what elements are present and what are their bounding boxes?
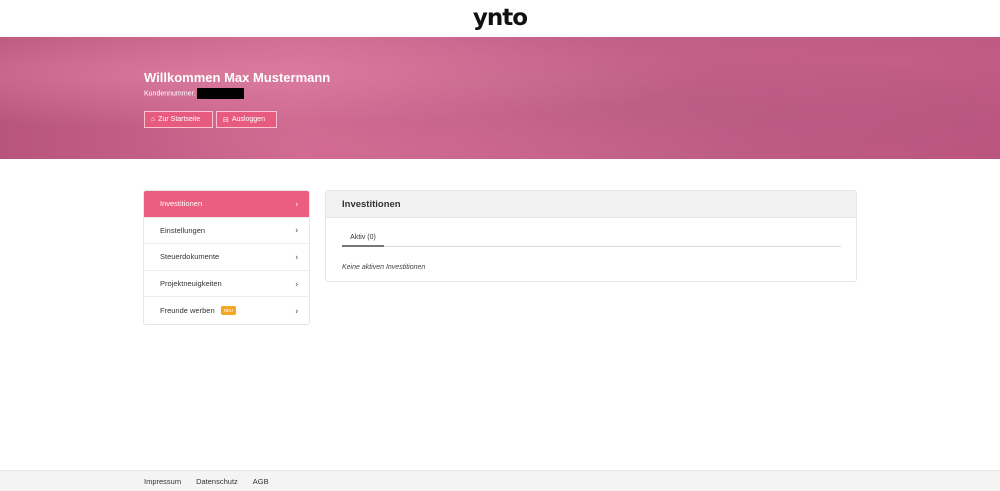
tab-bar: Aktiv (0) (342, 229, 841, 247)
investments-panel: Investitionen Aktiv (0) Keine aktiven In… (325, 190, 857, 282)
sidebar-item-label: Freunde werben (160, 306, 215, 316)
sidebar-item-investitionen[interactable]: Investitionen › (144, 191, 309, 218)
sidebar-item-label: Steuerdokumente (160, 252, 220, 262)
footer: Impressum Datenschutz AGB (0, 470, 1000, 491)
logout-icon: ⊟ (223, 116, 229, 124)
customer-number: Kundennummer: (144, 88, 244, 99)
sidebar-item-label: Einstellungen (160, 225, 206, 235)
panel-title: Investitionen (326, 191, 856, 218)
sidebar-item-einstellungen[interactable]: Einstellungen › (144, 218, 309, 245)
logout-button[interactable]: ⊟ Ausloggen (216, 111, 277, 128)
sidebar-item-projektneuigkeiten[interactable]: Projektneuigkeiten › (144, 271, 309, 298)
customer-number-label: Kundennummer: (144, 90, 196, 98)
chevron-right-icon: › (295, 199, 298, 209)
tab-aktiv[interactable]: Aktiv (0) (342, 229, 384, 247)
top-bar: ynto (0, 0, 1000, 37)
home-button[interactable]: ⌂ Zur Startseite (144, 111, 213, 128)
logout-button-label: Ausloggen (231, 116, 265, 123)
footer-link-datenschutz[interactable]: Datenschutz (196, 477, 238, 486)
empty-state-text: Keine aktiven Investitionen (342, 264, 426, 271)
sidebar-item-label: Investitionen (160, 199, 203, 209)
chevron-right-icon: › (295, 252, 298, 262)
footer-link-agb[interactable]: AGB (253, 477, 269, 486)
chevron-right-icon: › (295, 225, 298, 235)
sidebar-item-freunde-werben[interactable]: Freunde werben NEU › (144, 297, 309, 324)
hero-banner: Willkommen Max Mustermann Kundennummer: … (0, 37, 1000, 159)
home-button-label: Zur Startseite (158, 116, 201, 123)
ynto-logo[interactable]: ynto (0, 5, 1000, 31)
footer-link-impressum[interactable]: Impressum (144, 477, 181, 486)
home-icon: ⌂ (151, 116, 156, 123)
welcome-heading: Willkommen Max Mustermann (144, 70, 331, 85)
customer-number-redacted (196, 88, 244, 99)
sidebar-item-steuerdokumente[interactable]: Steuerdokumente › (144, 244, 309, 271)
sidebar-nav: Investitionen › Einstellungen › Steuerdo… (143, 190, 310, 325)
chevron-right-icon: › (295, 279, 298, 289)
chevron-right-icon: › (295, 306, 298, 316)
sidebar-item-label: Projektneuigkeiten (160, 279, 222, 289)
new-badge: NEU (220, 306, 237, 316)
